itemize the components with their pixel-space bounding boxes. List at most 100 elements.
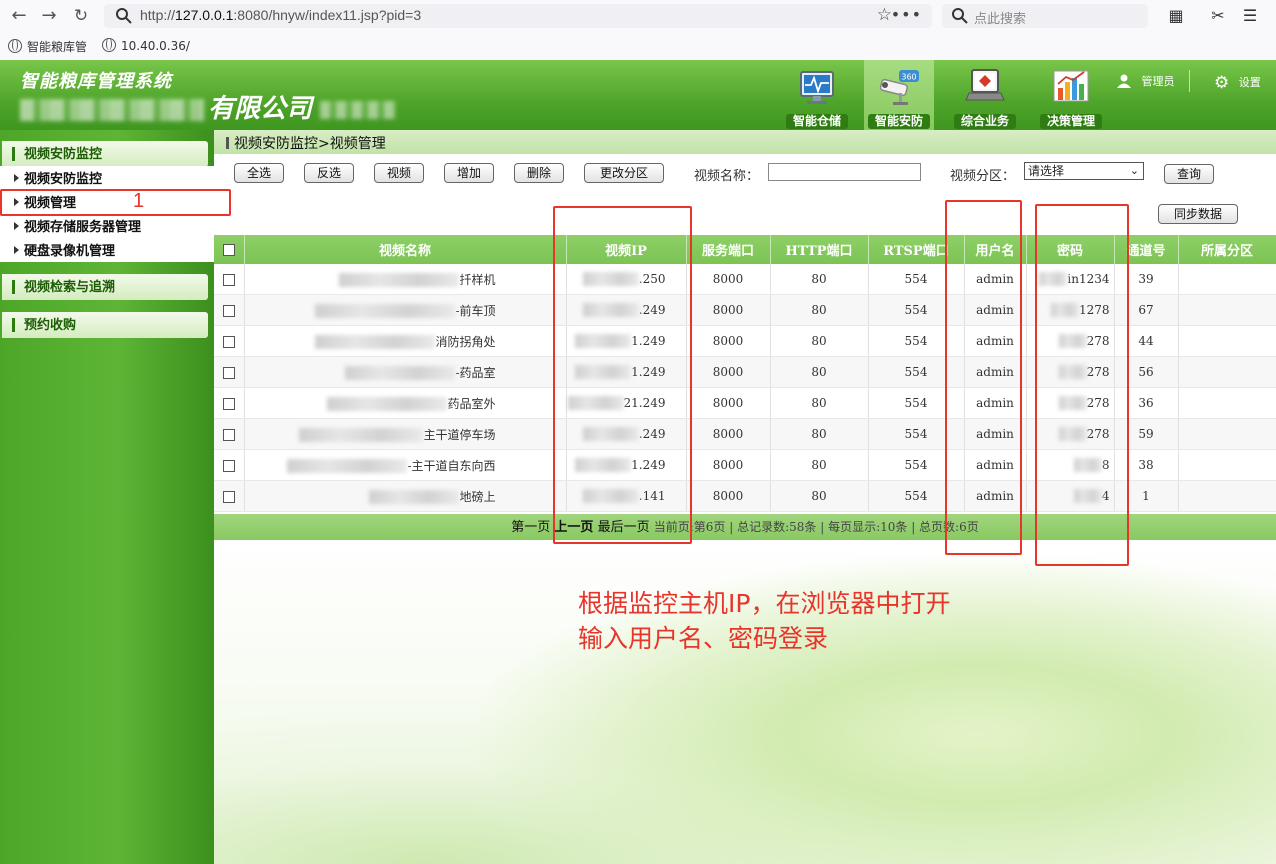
forward-arrow-icon[interactable]: → bbox=[38, 5, 60, 27]
cell-http-port: 80 bbox=[770, 325, 869, 357]
caret-right-icon bbox=[14, 246, 19, 254]
checkbox[interactable] bbox=[222, 366, 235, 379]
cell-service-port: 8000 bbox=[686, 264, 771, 295]
caret-right-icon bbox=[14, 198, 19, 206]
video-zone-select[interactable]: 请选择 ⌄ bbox=[1024, 162, 1144, 180]
module-smart-storage[interactable]: 智能仓储 bbox=[782, 60, 852, 130]
row-checkbox-cell[interactable] bbox=[214, 387, 245, 419]
back-arrow-icon[interactable]: ← bbox=[8, 5, 30, 27]
checkbox[interactable] bbox=[222, 335, 235, 348]
chevron-down-icon: ⌄ bbox=[1129, 164, 1139, 177]
redacted-text bbox=[315, 304, 456, 318]
address-bar[interactable]: http://127.0.0.1:8080/hnyw/index11.jsp?p… bbox=[104, 4, 932, 28]
cell-zone bbox=[1178, 418, 1276, 450]
breadcrumb: 视频安防监控>视频管理 bbox=[214, 130, 1276, 154]
checkbox[interactable] bbox=[222, 273, 235, 286]
cell-zone bbox=[1178, 325, 1276, 357]
column-header: HTTP端口 bbox=[770, 235, 869, 264]
hamburger-menu-icon[interactable]: ☰ bbox=[1240, 6, 1260, 26]
row-checkbox-cell[interactable] bbox=[214, 418, 245, 450]
settings-button[interactable]: ⚙ 设置 bbox=[1214, 73, 1261, 93]
user-menu[interactable]: 管理员 bbox=[1116, 73, 1175, 89]
sync-data-button[interactable]: 同步数据 bbox=[1158, 204, 1238, 224]
bookmark-item[interactable]: 10.40.0.36/ bbox=[102, 38, 190, 53]
sidebar-item-storage-server[interactable]: 视频存储服务器管理 bbox=[14, 218, 141, 238]
divider bbox=[1189, 70, 1190, 92]
annotation-box-password-column bbox=[1035, 204, 1129, 566]
cell-http-port: 80 bbox=[770, 264, 869, 295]
bookmark-item[interactable]: 智能粮库管 bbox=[8, 38, 87, 55]
annotation-box-username-column bbox=[945, 200, 1022, 555]
browser-search-box[interactable]: 点此搜索 bbox=[942, 4, 1148, 28]
cell-video-name: 扦样机 bbox=[244, 264, 567, 295]
video-zone-label: 视频分区： bbox=[950, 169, 1016, 184]
cell-zone bbox=[1178, 356, 1276, 388]
invert-selection-button[interactable]: 反选 bbox=[304, 163, 354, 183]
globe-icon bbox=[102, 38, 116, 52]
cell-zone bbox=[1178, 387, 1276, 419]
user-icon bbox=[1117, 74, 1131, 88]
checkbox[interactable] bbox=[222, 397, 235, 410]
checkbox[interactable] bbox=[222, 490, 235, 503]
cell-zone bbox=[1178, 480, 1276, 512]
row-checkbox-cell[interactable] bbox=[214, 294, 245, 326]
redacted-text bbox=[20, 99, 204, 121]
select-all-button[interactable]: 全选 bbox=[234, 163, 284, 183]
cell-service-port: 8000 bbox=[686, 449, 771, 481]
monitor-icon bbox=[800, 71, 834, 104]
checkbox[interactable] bbox=[222, 304, 235, 317]
sidebar-item-video-monitoring[interactable]: 视频安防监控 bbox=[14, 170, 102, 190]
scissors-icon[interactable]: ✂ bbox=[1208, 6, 1228, 26]
module-general-business[interactable]: 综合业务 bbox=[950, 60, 1020, 130]
security-camera-icon: 360 bbox=[879, 70, 919, 105]
cell-zone bbox=[1178, 264, 1276, 295]
redacted-text bbox=[299, 428, 424, 442]
laptop-icon bbox=[965, 69, 1005, 101]
redacted-text bbox=[345, 366, 456, 380]
query-button[interactable]: 查询 bbox=[1164, 164, 1214, 184]
module-decision-management[interactable]: 决策管理 bbox=[1036, 60, 1106, 130]
row-checkbox-cell[interactable] bbox=[214, 480, 245, 512]
first-page-link[interactable]: 第一页 bbox=[511, 520, 550, 535]
sidebar-item-nvr[interactable]: 硬盘录像机管理 bbox=[14, 242, 115, 262]
globe-icon bbox=[8, 39, 22, 53]
cell-http-port: 80 bbox=[770, 449, 869, 481]
cell-service-port: 8000 bbox=[686, 356, 771, 388]
sidebar-group-video-monitoring[interactable]: 视频安防监控 bbox=[2, 141, 208, 167]
video-name-input[interactable] bbox=[768, 163, 921, 181]
sidebar-group-video-retrieval[interactable]: 视频检索与追溯 bbox=[2, 274, 208, 300]
svg-text:360: 360 bbox=[901, 73, 916, 82]
redacted-text bbox=[369, 490, 460, 504]
user-name: 管理员 bbox=[1141, 75, 1175, 88]
bookmarks-bar: 智能粮库管 10.40.0.36/ bbox=[0, 34, 1276, 58]
delete-button[interactable]: 删除 bbox=[514, 163, 564, 183]
reload-icon[interactable]: ↻ bbox=[70, 5, 92, 27]
checkbox[interactable] bbox=[222, 243, 235, 256]
checkbox[interactable] bbox=[222, 428, 235, 441]
caret-right-icon bbox=[14, 174, 19, 182]
column-header: 所属分区 bbox=[1178, 235, 1276, 264]
module-smart-security[interactable]: 360 智能安防 bbox=[864, 60, 934, 130]
redacted-text bbox=[315, 335, 436, 349]
add-button[interactable]: 增加 bbox=[444, 163, 494, 183]
more-menu-icon[interactable]: ••• bbox=[891, 5, 922, 24]
settings-label: 设置 bbox=[1238, 76, 1261, 89]
row-checkbox-cell[interactable] bbox=[214, 449, 245, 481]
cell-service-port: 8000 bbox=[686, 480, 771, 512]
cell-service-port: 8000 bbox=[686, 325, 771, 357]
redacted-text bbox=[287, 459, 408, 473]
row-checkbox-cell[interactable] bbox=[214, 356, 245, 388]
cell-video-name: -前车顶 bbox=[244, 294, 567, 326]
row-checkbox-cell[interactable] bbox=[214, 264, 245, 295]
grid-icon[interactable]: ▦ bbox=[1166, 6, 1186, 26]
change-zone-button[interactable]: 更改分区 bbox=[584, 163, 664, 183]
video-button[interactable]: 视频 bbox=[374, 163, 424, 183]
checkbox[interactable] bbox=[222, 459, 235, 472]
column-header: 视频名称 bbox=[244, 235, 567, 264]
header-select-all[interactable] bbox=[214, 235, 245, 264]
sidebar-group-reservation[interactable]: 预约收购 bbox=[2, 312, 208, 338]
row-checkbox-cell[interactable] bbox=[214, 325, 245, 357]
column-header: 服务端口 bbox=[686, 235, 771, 264]
sidebar-item-video-management[interactable]: 视频管理 bbox=[14, 194, 76, 214]
search-icon bbox=[952, 8, 968, 24]
